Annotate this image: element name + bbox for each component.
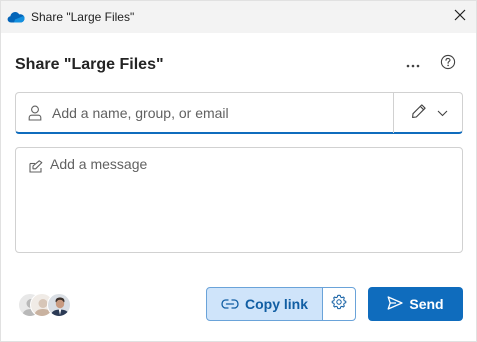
dialog-heading: Share "Large Files" (15, 56, 164, 73)
close-button[interactable] (444, 1, 476, 33)
help-icon (440, 54, 456, 75)
copy-link-button[interactable]: Copy link (206, 287, 323, 321)
link-icon (221, 296, 239, 312)
avatar (47, 293, 71, 317)
more-options-button[interactable] (402, 54, 424, 74)
onedrive-cloud-icon (7, 10, 25, 24)
send-button[interactable]: Send (368, 287, 463, 321)
chevron-down-icon (437, 104, 448, 122)
link-settings-button[interactable] (322, 287, 356, 321)
recipient-field (15, 92, 463, 134)
help-button[interactable] (438, 54, 458, 74)
shared-with-avatars[interactable] (18, 293, 74, 319)
gear-icon (331, 294, 347, 315)
title-bar: Share "Large Files" (1, 1, 476, 33)
copy-link-label: Copy link (244, 296, 308, 312)
message-field (15, 147, 463, 253)
send-label: Send (409, 296, 444, 312)
window-title: Share "Large Files" (31, 10, 135, 24)
message-compose-icon (28, 160, 44, 174)
permission-dropdown-button[interactable] (401, 99, 457, 127)
send-icon (387, 295, 404, 313)
recipient-input[interactable] (52, 93, 392, 133)
close-icon (454, 8, 466, 26)
message-input[interactable] (50, 156, 450, 246)
recipient-divider (393, 93, 394, 133)
more-options-icon (406, 55, 420, 73)
pencil-edit-icon (411, 103, 427, 124)
share-dialog-window: Share "Large Files" Share "Large Files" (0, 0, 477, 342)
person-icon (28, 105, 42, 121)
